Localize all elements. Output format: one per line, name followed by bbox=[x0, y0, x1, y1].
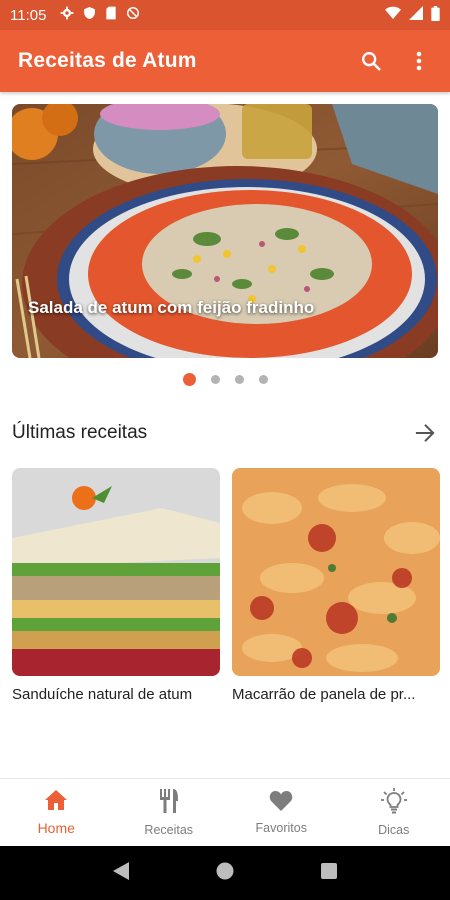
app-actions bbox=[358, 48, 432, 74]
status-icons-left bbox=[60, 6, 140, 24]
carousel-dot-3[interactable] bbox=[234, 375, 244, 384]
carousel-dot-1[interactable] bbox=[182, 373, 196, 386]
wifi-icon bbox=[385, 6, 401, 24]
system-navigation-bar bbox=[0, 846, 450, 900]
no-sync-icon bbox=[126, 6, 140, 24]
status-bar: 11:05 bbox=[0, 0, 450, 30]
nav-item-favoritos[interactable]: Favoritos bbox=[225, 779, 338, 846]
settings-icon bbox=[60, 6, 74, 24]
status-time: 11:05 bbox=[10, 6, 47, 24]
sd-card-icon bbox=[105, 6, 117, 24]
recipe-image bbox=[232, 468, 440, 676]
back-icon[interactable] bbox=[113, 861, 130, 885]
nav-item-receitas[interactable]: Receitas bbox=[113, 779, 226, 846]
lightbulb-icon bbox=[380, 788, 407, 819]
fork-knife-icon bbox=[158, 788, 180, 819]
shield-icon bbox=[83, 6, 96, 24]
recents-icon[interactable] bbox=[320, 862, 337, 884]
nav-item-home[interactable]: Home bbox=[0, 779, 113, 846]
recipe-image bbox=[12, 468, 220, 676]
nav-label: Favoritos bbox=[255, 821, 307, 835]
app-title: Receitas de Atum bbox=[18, 49, 197, 72]
featured-carousel[interactable]: Salada de atum com feijão fradinho bbox=[12, 104, 438, 358]
signal-icon bbox=[409, 6, 423, 24]
battery-icon bbox=[431, 5, 440, 25]
bottom-navigation: Home Receitas Favoritos Dicas bbox=[0, 778, 450, 846]
section-title: Últimas receitas bbox=[12, 422, 148, 443]
featured-recipe-image bbox=[12, 104, 438, 358]
recipe-title: Macarrão de panela de pr... bbox=[232, 686, 416, 703]
carousel-indicator bbox=[0, 373, 450, 386]
recipe-card[interactable]: Macarrão de panela de pr... bbox=[232, 468, 440, 703]
latest-recipes-header: Últimas receitas bbox=[12, 418, 438, 448]
nav-label: Receitas bbox=[144, 823, 194, 837]
carousel-dot-4[interactable] bbox=[258, 375, 268, 384]
carousel-title: Salada de atum com feijão fradinho bbox=[28, 298, 315, 317]
recipe-title: Sanduíche natural de atum bbox=[12, 686, 193, 703]
carousel-dot-2[interactable] bbox=[210, 375, 220, 384]
nav-label: Home bbox=[37, 820, 75, 836]
heart-icon bbox=[269, 790, 293, 817]
home-icon bbox=[44, 789, 68, 816]
home-circle-icon[interactable] bbox=[216, 862, 234, 885]
search-icon[interactable] bbox=[358, 48, 384, 74]
nav-label: Dicas bbox=[378, 823, 410, 837]
more-vert-icon[interactable] bbox=[406, 48, 432, 74]
nav-item-dicas[interactable]: Dicas bbox=[338, 779, 450, 846]
recipe-card[interactable]: Sanduíche natural de atum bbox=[12, 468, 220, 703]
arrow-right-icon[interactable] bbox=[412, 420, 438, 446]
app-bar: Receitas de Atum bbox=[0, 30, 450, 92]
status-icons-right bbox=[385, 5, 440, 25]
